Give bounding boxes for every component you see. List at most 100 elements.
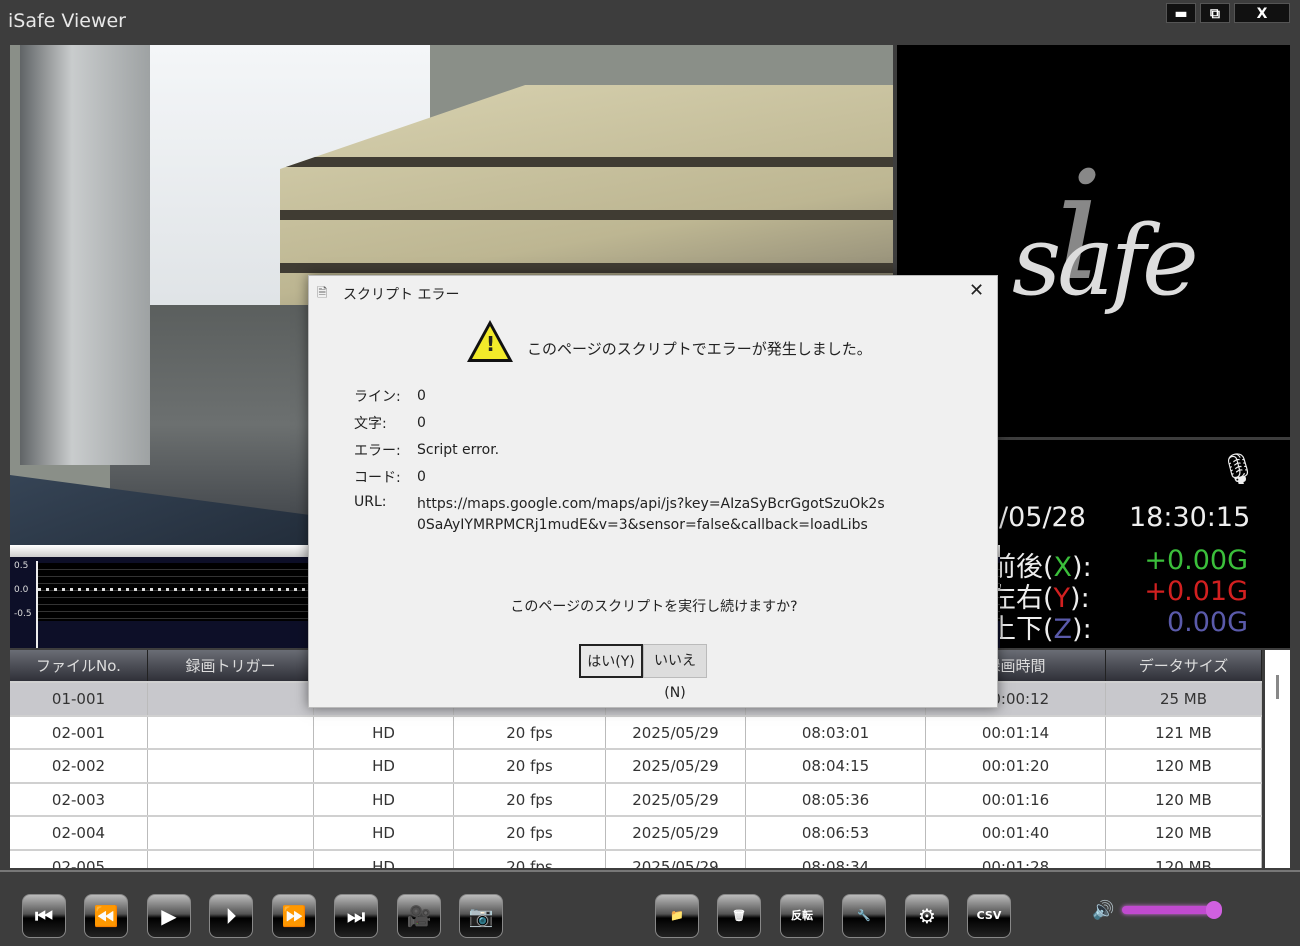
wrench-icon: 🔧 <box>857 909 871 922</box>
table-cell: HD <box>314 850 454 868</box>
field-label: URL: <box>354 494 387 510</box>
field-value: Script error. <box>417 442 500 458</box>
column-header[interactable]: 録画トリガー <box>148 650 314 681</box>
table-cell: 00:01:28 <box>926 850 1106 868</box>
dialog-close-button[interactable]: ✕ <box>969 280 984 301</box>
rewind-button[interactable]: ⏪ <box>84 894 128 938</box>
play-icon: ▶ <box>161 904 177 928</box>
table-cell: 00:01:40 <box>926 817 1106 849</box>
graph-label: 0.5 <box>14 561 29 571</box>
table-cell: 02-002 <box>10 750 148 782</box>
step-button[interactable]: ⏵ <box>209 894 253 938</box>
table-cell: 08:05:36 <box>746 783 926 815</box>
restore-button[interactable]: ⧉ <box>1200 3 1230 23</box>
fast-forward-button[interactable]: ⏩ <box>272 894 316 938</box>
folder-button[interactable]: 📁 <box>655 894 699 938</box>
table-cell: HD <box>314 783 454 815</box>
table-cell: 120 MB <box>1106 817 1262 849</box>
date: /05/28 <box>999 502 1086 533</box>
table-scrollbar[interactable] <box>1265 650 1290 868</box>
table-cell: 02-001 <box>10 716 148 748</box>
fast-forward-icon: ⏩ <box>281 904 307 928</box>
gear-icon: ⚙ <box>918 904 936 928</box>
camera-button[interactable]: 📷 <box>459 894 503 938</box>
graph-label: 0.0 <box>14 585 29 595</box>
table-cell: 02-004 <box>10 817 148 849</box>
table-cell: HD <box>314 750 454 782</box>
first-icon: ⏮ <box>35 904 53 928</box>
yes-button[interactable]: はい(Y) <box>579 644 643 678</box>
table-cell: 2025/05/29 <box>606 817 746 849</box>
axis-label: 上下(Z): <box>989 614 1092 645</box>
field-value: 0 <box>417 415 426 431</box>
folder-icon: 📁 <box>670 909 684 922</box>
trash-button[interactable]: 🗑 <box>717 894 761 938</box>
flip-button[interactable]: 反転 <box>780 894 824 938</box>
table-cell: 00:01:20 <box>926 750 1106 782</box>
wrench-button[interactable]: 🔧 <box>842 894 886 938</box>
table-cell: 20 fps <box>454 716 606 748</box>
table-cell: 20 fps <box>454 783 606 815</box>
table-cell: 2025/05/29 <box>606 716 746 748</box>
dialog-title: スクリプト エラー <box>343 287 460 303</box>
table-cell <box>148 850 314 868</box>
toolbar: ⏮ ⏪ ▶ ⏵ ⏩ ⏭ 🎥 📷 📁 🗑 反転 🔧 ⚙ CSV 🔊 <box>0 870 1300 946</box>
trash-icon: 🗑 <box>732 909 746 922</box>
step-icon: ⏵ <box>226 904 236 928</box>
table-cell: 01-001 <box>10 683 148 715</box>
table-cell: 120 MB <box>1106 850 1262 868</box>
microphone-icon: 🎙 <box>1219 452 1258 487</box>
volume-slider[interactable] <box>1122 906 1217 914</box>
script-error-dialog: 🗎 スクリプト エラー ✕ ! このページのスクリプトでエラーが発生しました。 … <box>308 275 998 708</box>
table-cell: 02-005 <box>10 850 148 868</box>
first-button[interactable]: ⏮ <box>22 894 66 938</box>
camera-icon: 📷 <box>468 904 494 928</box>
table-cell: 08:06:53 <box>746 817 926 849</box>
video-camera-button[interactable]: 🎥 <box>397 894 441 938</box>
field-label: コード: <box>354 470 401 486</box>
table-cell: 00:01:16 <box>926 783 1106 815</box>
table-cell: 02-003 <box>10 783 148 815</box>
field-label: エラー: <box>354 443 401 459</box>
table-cell: 120 MB <box>1106 783 1262 815</box>
close-button[interactable]: X <box>1234 3 1290 23</box>
table-cell <box>148 683 314 715</box>
table-cell: HD <box>314 817 454 849</box>
field-value: 0 <box>417 469 426 485</box>
flip-icon: 反転 <box>791 909 813 922</box>
table-cell <box>148 716 314 748</box>
table-cell <box>148 817 314 849</box>
table-cell: 20 fps <box>454 850 606 868</box>
play-button[interactable]: ▶ <box>147 894 191 938</box>
field-label: 文字: <box>354 416 387 432</box>
document-icon: 🗎 <box>317 286 328 301</box>
field-value: 0 <box>417 388 426 404</box>
table-cell: 20 fps <box>454 750 606 782</box>
video-camera-icon: 🎥 <box>406 904 432 928</box>
table-row[interactable]: 02-002 HD 20 fps 2025/05/29 08:04:15 00:01:20… <box>10 750 1262 784</box>
table-cell: 00:01:14 <box>926 716 1106 748</box>
column-header[interactable]: データサイズ <box>1106 650 1262 681</box>
table-row[interactable]: 02-005 HD 20 fps 2025/05/29 08:08:34 00:01:28… <box>10 850 1262 868</box>
table-cell: 2025/05/29 <box>606 850 746 868</box>
g-value: +0.01G <box>1144 576 1248 607</box>
rewind-icon: ⏪ <box>93 904 119 928</box>
csv-export-button[interactable]: CSV <box>967 894 1011 938</box>
no-button[interactable]: いいえ(N) <box>643 644 707 701</box>
volume-slider-handle[interactable] <box>1206 901 1222 919</box>
last-icon: ⏭ <box>347 904 365 928</box>
g-value: 0.00G <box>1166 607 1248 638</box>
minimize-button[interactable]: ▬ <box>1166 3 1196 23</box>
table-row[interactable]: 02-003 HD 20 fps 2025/05/29 08:05:36 00:01:16… <box>10 783 1262 817</box>
gear-button[interactable]: ⚙ <box>905 894 949 938</box>
table-cell: 08:03:01 <box>746 716 926 748</box>
last-button[interactable]: ⏭ <box>334 894 378 938</box>
window-title: iSafe Viewer <box>8 10 126 32</box>
field-value: https://maps.google.com/maps/api/js?key=… <box>417 496 885 533</box>
column-header[interactable]: ファイルNo. <box>10 650 148 681</box>
table-row[interactable]: 02-004 HD 20 fps 2025/05/29 08:06:53 00:01:40… <box>10 817 1262 851</box>
table-cell: 08:08:34 <box>746 850 926 868</box>
table-row[interactable]: 02-001 HD 20 fps 2025/05/29 08:03:01 00:01:14… <box>10 716 1262 750</box>
table-cell: 121 MB <box>1106 716 1262 748</box>
g-value: +0.00G <box>1144 545 1248 576</box>
